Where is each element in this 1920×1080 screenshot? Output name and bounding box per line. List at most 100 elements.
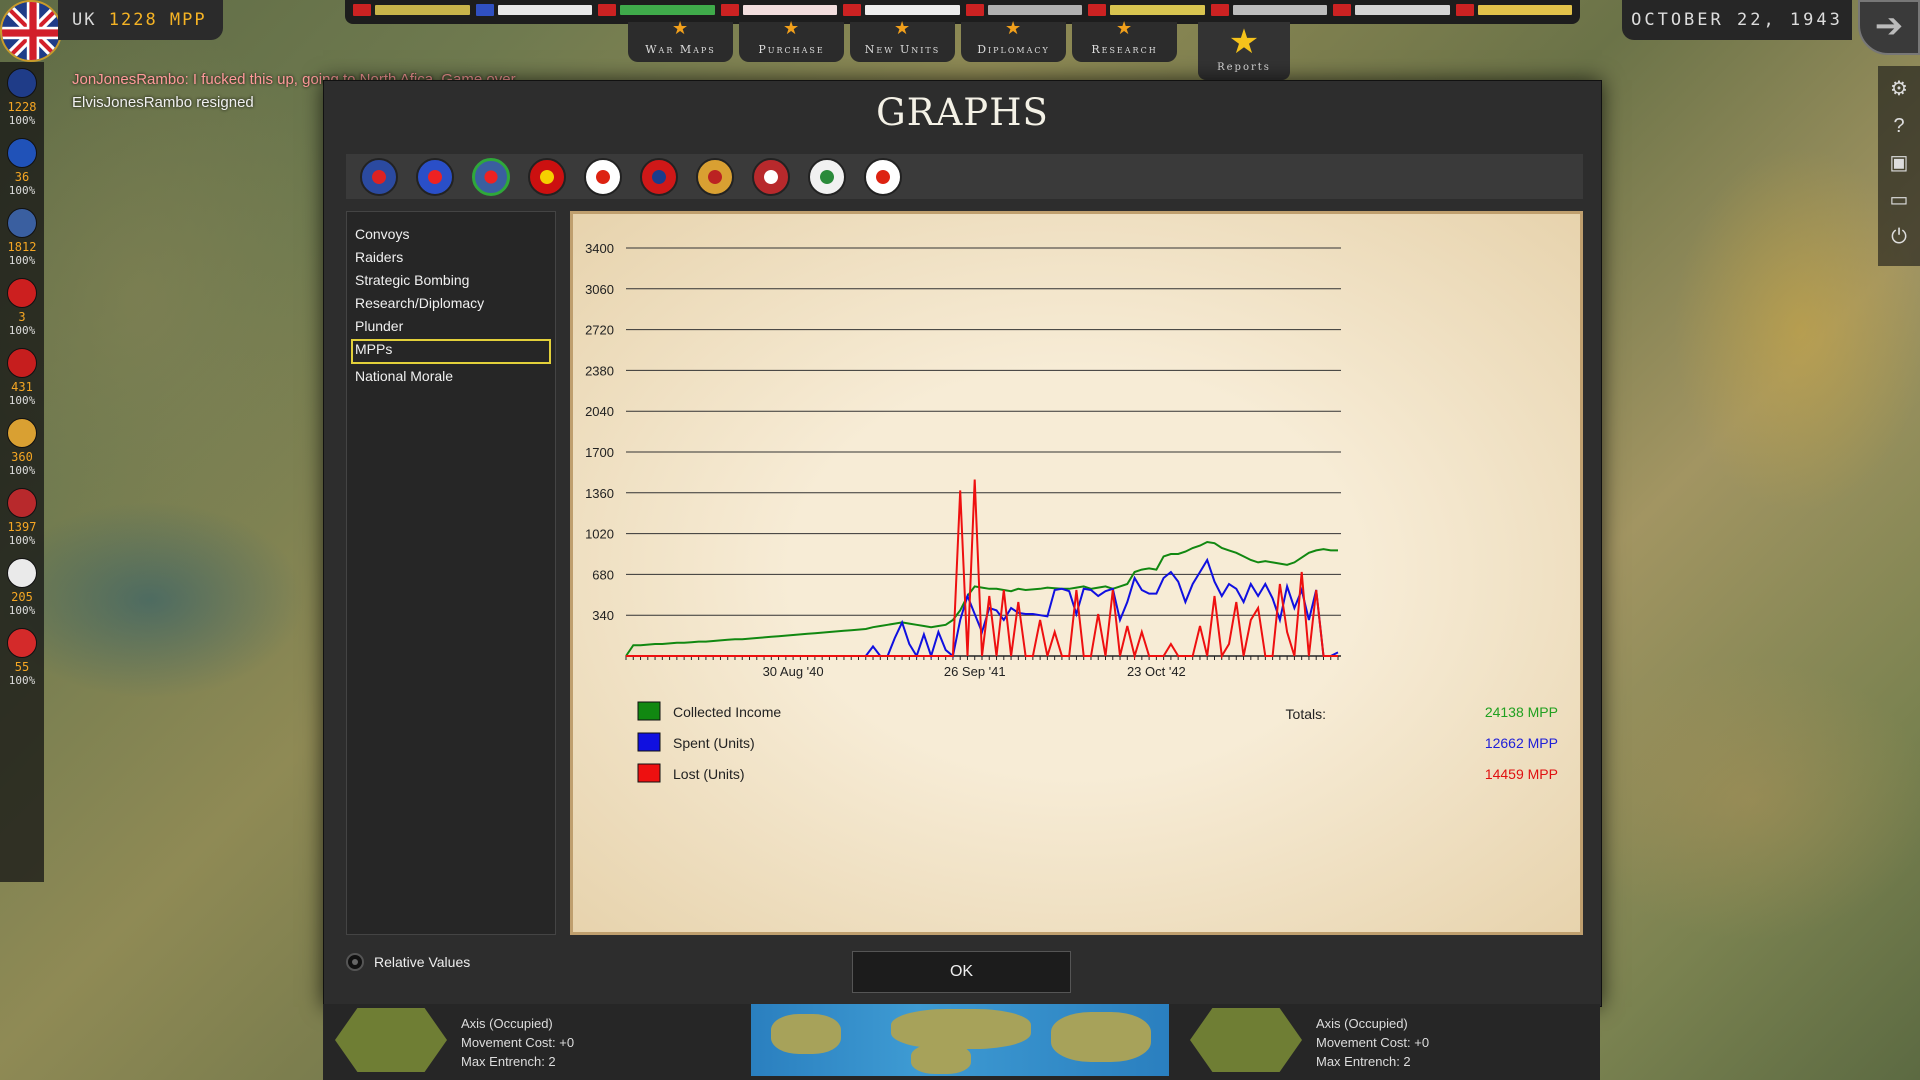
radio-button[interactable] <box>346 953 364 971</box>
graph-type-convoys[interactable]: Convoys <box>351 224 551 245</box>
country-entry[interactable]: 55 100% <box>4 628 40 688</box>
game-date: OCTOBER 22, 1943 <box>1622 0 1852 40</box>
graph-type-raiders[interactable]: Raiders <box>351 247 551 268</box>
star-icon: ★ <box>1228 23 1260 61</box>
country-sidebar: 1228 100% 36 100% 1812 100% 3 100% 431 100% 360 100… <box>0 62 44 882</box>
toolbar-button-war-maps[interactable]: ★ War Maps <box>628 18 733 62</box>
france-flag-icon <box>475 4 494 16</box>
nation-status-item[interactable] <box>843 3 960 17</box>
usa-flag-icon[interactable] <box>472 157 510 196</box>
country-entry[interactable]: 36 100% <box>4 138 40 198</box>
country-entry[interactable]: 1228 100% <box>4 68 40 128</box>
graph-type-research-diplomacy[interactable]: Research/Diplomacy <box>351 293 551 314</box>
country-percent: 100% <box>8 254 36 267</box>
reports-button[interactable]: ★ Reports <box>1198 22 1290 80</box>
uk-flag-icon[interactable] <box>360 157 398 196</box>
axis-flag-icon <box>1210 4 1229 16</box>
y-tick-label: 2720 <box>585 323 614 338</box>
nation-status-item[interactable] <box>475 3 592 17</box>
graph-type-strategic-bombing[interactable]: Strategic Bombing <box>351 270 551 291</box>
country-flag-icon <box>7 208 37 238</box>
nation-progress-bar <box>1477 5 1572 15</box>
graph-type-national-morale[interactable]: National Morale <box>351 366 551 387</box>
star-icon: ★ <box>1005 18 1024 38</box>
nation-progress-bar <box>1232 5 1327 15</box>
legend-swatch <box>637 732 661 752</box>
graph-type-mpps[interactable]: MPPs <box>351 339 551 364</box>
graph-type-plunder[interactable]: Plunder <box>351 316 551 337</box>
legend-swatch <box>637 701 661 721</box>
country-mpp: 360 <box>11 450 33 464</box>
power-icon[interactable]: ⏻ <box>1885 223 1913 251</box>
toolbar-button-research[interactable]: ★ Research <box>1072 18 1177 62</box>
nation-status-item[interactable] <box>353 3 470 17</box>
hex-info-right: Axis (Occupied) Movement Cost: +0 Max En… <box>1178 1004 1588 1080</box>
toolbar-button-purchase[interactable]: ★ Purchase <box>739 18 844 62</box>
star-icon: ★ <box>672 18 691 38</box>
terrain-hex-icon <box>1190 1008 1302 1072</box>
country-entry[interactable]: 1812 100% <box>4 208 40 268</box>
hex-movement-cost: Movement Cost: +0 <box>1316 1035 1430 1050</box>
x-tick-label: 30 Aug '40 <box>763 664 824 679</box>
y-tick-label: 2040 <box>585 404 614 419</box>
toolbar-button-diplomacy[interactable]: ★ Diplomacy <box>961 18 1066 62</box>
country-entry[interactable]: 360 100% <box>4 418 40 478</box>
axis-flag-icon[interactable] <box>752 157 790 196</box>
nation-status-item[interactable] <box>720 3 837 17</box>
ussr-flag-icon[interactable] <box>528 157 566 196</box>
player-label: UK <box>72 10 97 30</box>
minimap-landmass <box>1051 1012 1151 1062</box>
legend-label: Spent (Units) <box>673 735 755 751</box>
country-mpp: 3 <box>18 310 26 324</box>
y-tick-label: 680 <box>592 567 614 582</box>
country-entry[interactable]: 205 100% <box>4 558 40 618</box>
nation-progress-bar <box>742 5 837 15</box>
save-icon[interactable]: ▣ <box>1885 149 1913 177</box>
country-mpp: 1397 <box>7 520 37 534</box>
country-entry[interactable]: 1397 100% <box>4 488 40 548</box>
relative-values-label: Relative Values <box>374 954 471 970</box>
nation-status-item[interactable] <box>1088 3 1205 17</box>
settings-gear-icon[interactable]: ⚙ <box>1885 75 1913 103</box>
star-icon: ★ <box>1116 18 1135 38</box>
end-turn-button[interactable]: ➔ <box>1858 0 1920 55</box>
italy-flag-icon[interactable] <box>808 157 846 196</box>
relative-values-toggle[interactable]: Relative Values <box>346 953 470 971</box>
y-tick-label: 340 <box>592 608 614 623</box>
star-icon: ★ <box>894 18 913 38</box>
country-flag-icon <box>7 558 37 588</box>
nation-status-item[interactable] <box>1210 3 1327 17</box>
dialog-title: GRAPHS <box>876 91 1049 134</box>
nation-progress-bar <box>1355 5 1450 15</box>
world-minimap[interactable] <box>751 1004 1169 1076</box>
toolbar-button-new-units[interactable]: ★ New Units <box>850 18 955 62</box>
country-flag-icon <box>7 418 37 448</box>
totals-label: Totals: <box>1286 706 1326 722</box>
nation-progress-bar <box>865 5 960 15</box>
legend-total: 12662 MPP <box>1485 735 1558 751</box>
country-flag-icon <box>7 138 37 168</box>
hex-details: Axis (Occupied) Movement Cost: +0 Max En… <box>461 1014 574 1071</box>
country-percent: 100% <box>8 114 36 127</box>
nation-status-item[interactable] <box>598 3 715 17</box>
help-icon[interactable]: ? <box>1885 112 1913 140</box>
france-flag-icon[interactable] <box>416 157 454 196</box>
country-mpp: 205 <box>11 590 33 604</box>
minimap-landmass <box>891 1009 1031 1049</box>
hex-owner: Axis (Occupied) <box>461 1016 553 1031</box>
uk-roundel-icon[interactable] <box>0 0 62 62</box>
germany-flag-icon[interactable] <box>696 157 734 196</box>
nation-status-item[interactable] <box>965 3 1082 17</box>
chat-icon[interactable]: ▭ <box>1885 186 1913 214</box>
ok-button[interactable]: OK <box>852 951 1071 993</box>
country-entry[interactable]: 431 100% <box>4 348 40 408</box>
japan-flag-icon[interactable] <box>864 157 902 196</box>
hex-movement-cost: Movement Cost: +0 <box>461 1035 575 1050</box>
china-flag-icon[interactable] <box>640 157 678 196</box>
nation-progress-bar <box>375 5 470 15</box>
poland-flag-icon[interactable] <box>584 157 622 196</box>
nation-status-item[interactable] <box>1333 3 1450 17</box>
country-entry[interactable]: 3 100% <box>4 278 40 338</box>
country-flag-icon <box>7 628 37 658</box>
nation-status-item[interactable] <box>1455 3 1572 17</box>
